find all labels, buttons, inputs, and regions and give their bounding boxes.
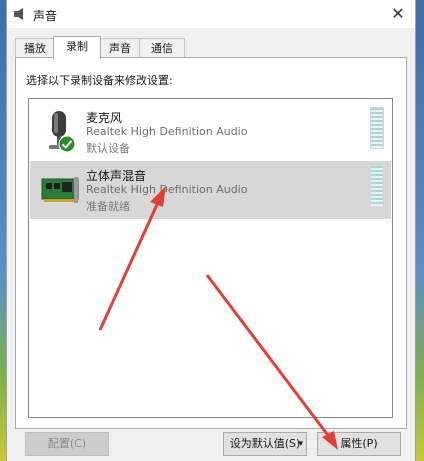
tab-sounds[interactable]: 声音 bbox=[99, 38, 141, 58]
recording-panel: 选择以下录制设备来修改设置: 麦克风 Realtek High Definiti… bbox=[15, 57, 407, 429]
device-list[interactable]: 麦克风 Realtek High Definition Audio 默认设备 立… bbox=[28, 98, 393, 418]
instruction-text: 选择以下录制设备来修改设置: bbox=[26, 74, 173, 87]
close-button[interactable]: ✕ bbox=[381, 0, 415, 28]
level-meter bbox=[370, 107, 384, 149]
dropdown-arrow-icon[interactable]: ▾ bbox=[298, 433, 303, 455]
title-bar: 声音 ✕ bbox=[7, 0, 415, 28]
device-status: 准备就绪 bbox=[86, 200, 130, 213]
sound-card-icon bbox=[41, 177, 79, 203]
tab-communications[interactable]: 通信 bbox=[139, 38, 185, 58]
device-description: Realtek High Definition Audio bbox=[86, 183, 248, 196]
device-description: Realtek High Definition Audio bbox=[86, 125, 248, 138]
window-title: 声音 bbox=[33, 9, 58, 23]
device-name: 麦克风 bbox=[86, 111, 123, 125]
check-badge-icon bbox=[58, 135, 76, 153]
close-icon: ✕ bbox=[391, 4, 405, 23]
set-default-button[interactable]: 设为默认值(S) ▾ bbox=[223, 432, 307, 456]
tab-recording[interactable]: 录制 bbox=[53, 36, 101, 59]
device-item-microphone[interactable]: 麦克风 Realtek High Definition Audio 默认设备 bbox=[30, 103, 391, 161]
sound-dialog: 声音 ✕ 播放 录制 声音 通信 选择以下录制设备来修改设置: 麦克风 Real… bbox=[6, 0, 416, 461]
set-default-label: 设为默认值(S) bbox=[229, 437, 301, 450]
device-item-stereo-mix[interactable]: 立体声混音 Realtek High Definition Audio 准备就绪 bbox=[30, 161, 391, 219]
level-meter bbox=[370, 165, 384, 207]
configure-button[interactable]: 配置(C) bbox=[25, 432, 109, 456]
speaker-icon bbox=[14, 8, 23, 20]
device-status: 默认设备 bbox=[86, 142, 130, 155]
tab-playback[interactable]: 播放 bbox=[15, 38, 55, 58]
properties-button[interactable]: 属性(P) bbox=[317, 432, 401, 456]
device-name: 立体声混音 bbox=[86, 169, 147, 183]
